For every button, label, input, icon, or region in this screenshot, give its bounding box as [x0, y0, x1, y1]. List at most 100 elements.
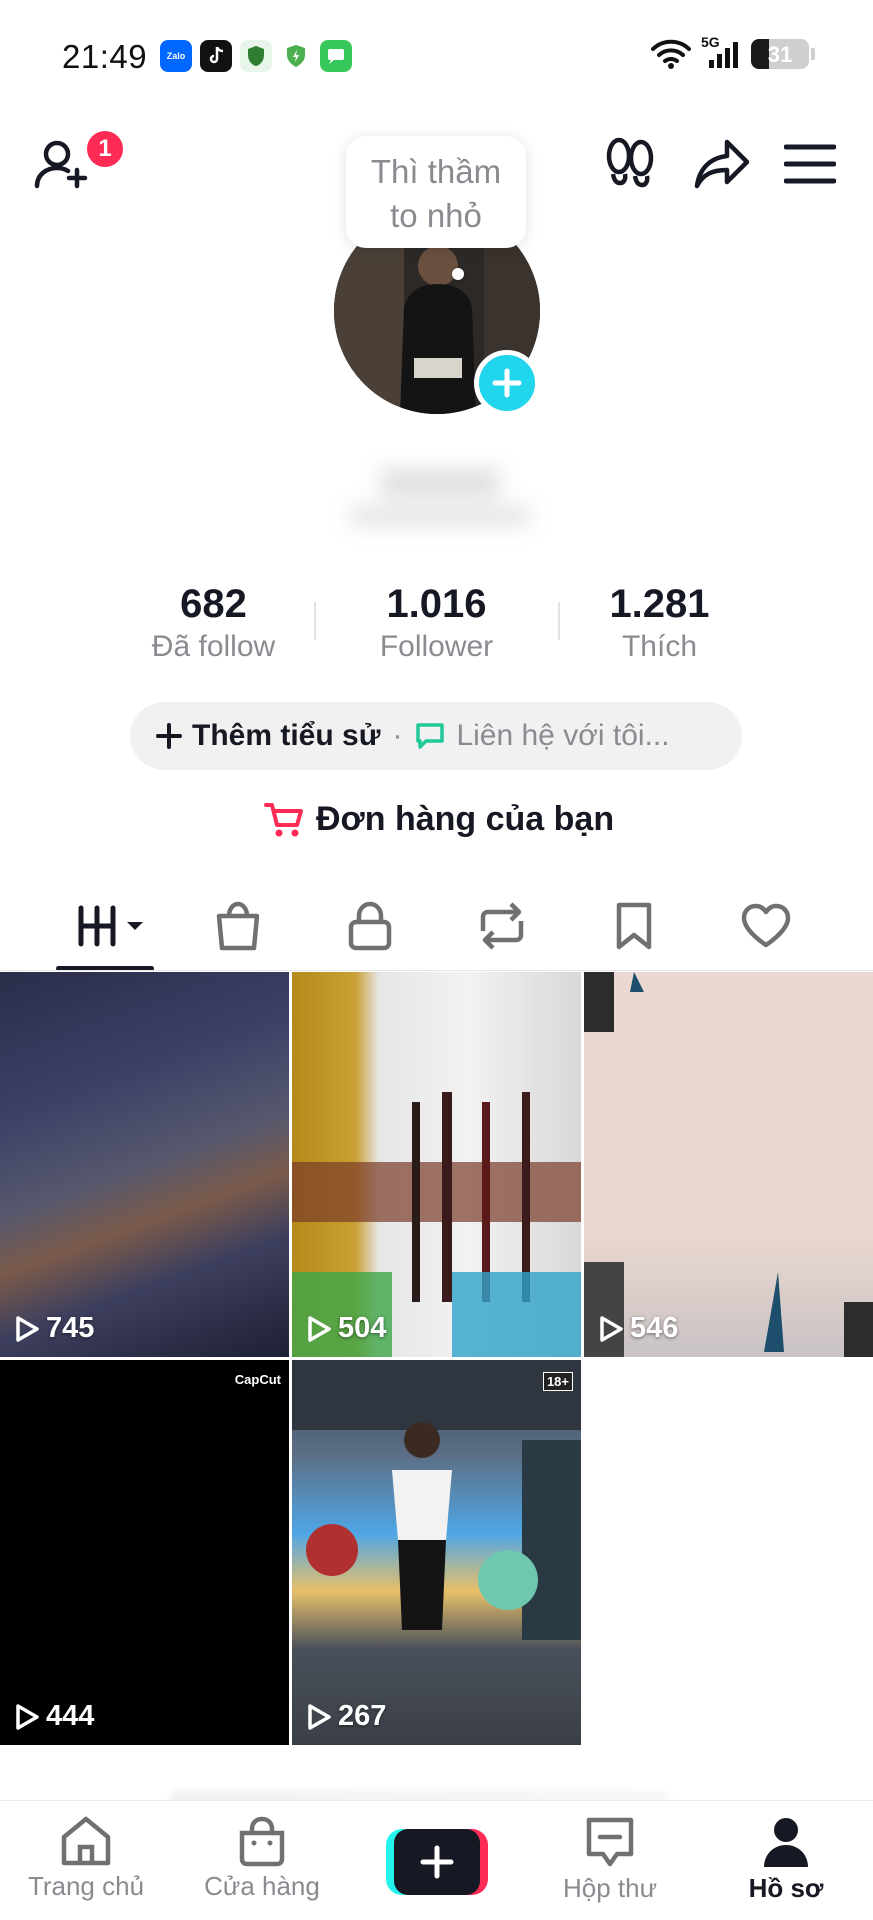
videos-tab-icon — [78, 905, 143, 947]
content-tabs — [0, 886, 873, 972]
likes-stat[interactable]: 1.281 Thích — [548, 580, 771, 670]
likes-label: Thích — [621, 630, 698, 663]
tabs-divider — [0, 970, 873, 971]
bubble-tail — [452, 268, 464, 280]
view-count: 504 — [306, 1312, 386, 1345]
share-profile-button[interactable] — [686, 128, 758, 200]
tiktok-icon — [200, 40, 232, 72]
view-count: 444 — [14, 1700, 94, 1733]
view-count-value: 546 — [630, 1312, 679, 1344]
play-icon — [16, 1315, 39, 1342]
profile-icon — [764, 1818, 808, 1867]
tab-liked[interactable] — [726, 886, 806, 966]
plus-icon — [156, 723, 182, 749]
username-blurred — [340, 460, 540, 540]
status-app-icons: Zalo — [160, 40, 352, 72]
liked-tab-icon — [741, 903, 791, 948]
video-tile[interactable]: 546 — [584, 972, 873, 1357]
status-right: 5G 31 — [651, 34, 815, 70]
contact-label: Liên hệ với tôi... — [456, 719, 670, 752]
private-tab-icon — [348, 901, 392, 951]
status-time: 21:49 — [62, 38, 148, 75]
nav-home[interactable]: Trang chủ — [6, 1815, 166, 1915]
stat-divider — [558, 602, 560, 640]
capcut-watermark: CapCut — [234, 1372, 281, 1387]
share-icon — [694, 139, 750, 189]
orders-link[interactable]: Đơn hàng của bạn — [264, 800, 614, 839]
nav-shop[interactable]: Cửa hàng — [182, 1815, 342, 1915]
bottom-nav: Trang chủ Cửa hàng Hộp thư Hồ sơ — [0, 1800, 873, 1920]
repost-tab-icon — [480, 902, 524, 950]
play-icon — [600, 1315, 623, 1342]
cart-icon — [264, 802, 303, 836]
add-bio-button[interactable]: Thêm tiểu sử — [156, 719, 380, 753]
nav-inbox[interactable]: Hộp thư — [530, 1815, 690, 1915]
add-bio-label: Thêm tiểu sử — [192, 719, 381, 752]
messages-icon — [320, 40, 352, 72]
note-text: Thì thầm to nhỏ — [370, 153, 502, 234]
add-friend-icon — [34, 140, 88, 189]
age-rating-badge: 18+ — [542, 1372, 573, 1391]
tab-reposts[interactable] — [462, 886, 542, 966]
video-tile[interactable]: CapCut 444 — [0, 1360, 289, 1745]
shield-icon — [240, 40, 272, 72]
add-friend-button[interactable]: 1 — [26, 128, 126, 200]
tab-saved[interactable] — [594, 886, 674, 966]
contact-button[interactable]: Liên hệ với tôi... — [414, 719, 670, 753]
view-count: 267 — [306, 1700, 386, 1733]
bio-separator: · — [392, 719, 403, 752]
following-count: 682 — [180, 582, 247, 626]
home-icon — [61, 1816, 111, 1866]
cell-signal-icon: 5G — [701, 34, 741, 70]
footprints-icon — [606, 137, 654, 188]
menu-icon — [784, 144, 836, 184]
play-icon — [308, 1703, 331, 1730]
battery-icon: 31 — [751, 39, 809, 69]
plus-icon — [492, 368, 522, 398]
view-count-value: 444 — [46, 1700, 95, 1732]
view-count: 745 — [14, 1312, 94, 1345]
nav-profile-label: Hồ sơ — [748, 1873, 824, 1903]
battery-saver-icon — [280, 40, 312, 72]
following-stat[interactable]: 682 Đã follow — [102, 580, 325, 670]
video-tile[interactable]: 18+ 267 — [292, 1360, 581, 1745]
orders-label: Đơn hàng của bạn — [316, 800, 615, 838]
play-icon — [308, 1315, 331, 1342]
wifi-icon — [651, 39, 691, 69]
chat-bubble-icon — [416, 723, 445, 749]
stat-divider — [314, 602, 316, 640]
note-bubble[interactable]: Thì thầm to nhỏ — [346, 136, 526, 248]
nav-inbox-label: Hộp thư — [562, 1873, 657, 1903]
followers-stat[interactable]: 1.016 Follower — [325, 580, 548, 670]
battery-level: 31 — [767, 42, 793, 67]
view-count-value: 504 — [338, 1312, 387, 1344]
add-avatar-story-button[interactable] — [474, 350, 540, 416]
followers-label: Follower — [379, 630, 494, 663]
profile-views-button[interactable] — [594, 128, 666, 200]
followers-count: 1.016 — [386, 582, 487, 626]
likes-count: 1.281 — [609, 582, 710, 626]
tab-shop[interactable] — [198, 886, 278, 966]
view-count: 546 — [598, 1312, 678, 1345]
bio-pill: Thêm tiểu sử · Liên hệ với tôi... — [130, 702, 742, 770]
video-tile[interactable]: 504 — [292, 972, 581, 1357]
create-button[interactable] — [386, 1829, 488, 1895]
zalo-icon: Zalo — [160, 40, 192, 72]
menu-button[interactable] — [774, 128, 846, 200]
video-tile[interactable]: 745 — [0, 972, 289, 1357]
notification-badge: 1 — [84, 128, 126, 170]
nav-profile[interactable]: Hồ sơ — [706, 1815, 866, 1915]
status-bar: 21:49 Zalo 5G 31 — [0, 0, 873, 110]
create-plus-icon — [420, 1845, 454, 1879]
tab-private[interactable] — [330, 886, 410, 966]
inbox-icon — [586, 1817, 634, 1867]
shop-bag-icon — [239, 1816, 285, 1867]
saved-tab-icon — [616, 902, 652, 950]
tab-videos[interactable] — [66, 886, 156, 966]
nav-home-label: Trang chủ — [27, 1871, 145, 1901]
nav-shop-label: Cửa hàng — [204, 1871, 320, 1901]
profile-stats: 682 Đã follow 1.016 Follower 1.281 Thích — [102, 580, 772, 670]
view-count-value: 745 — [46, 1312, 95, 1344]
play-icon — [16, 1703, 39, 1730]
following-label: Đã follow — [151, 630, 276, 663]
